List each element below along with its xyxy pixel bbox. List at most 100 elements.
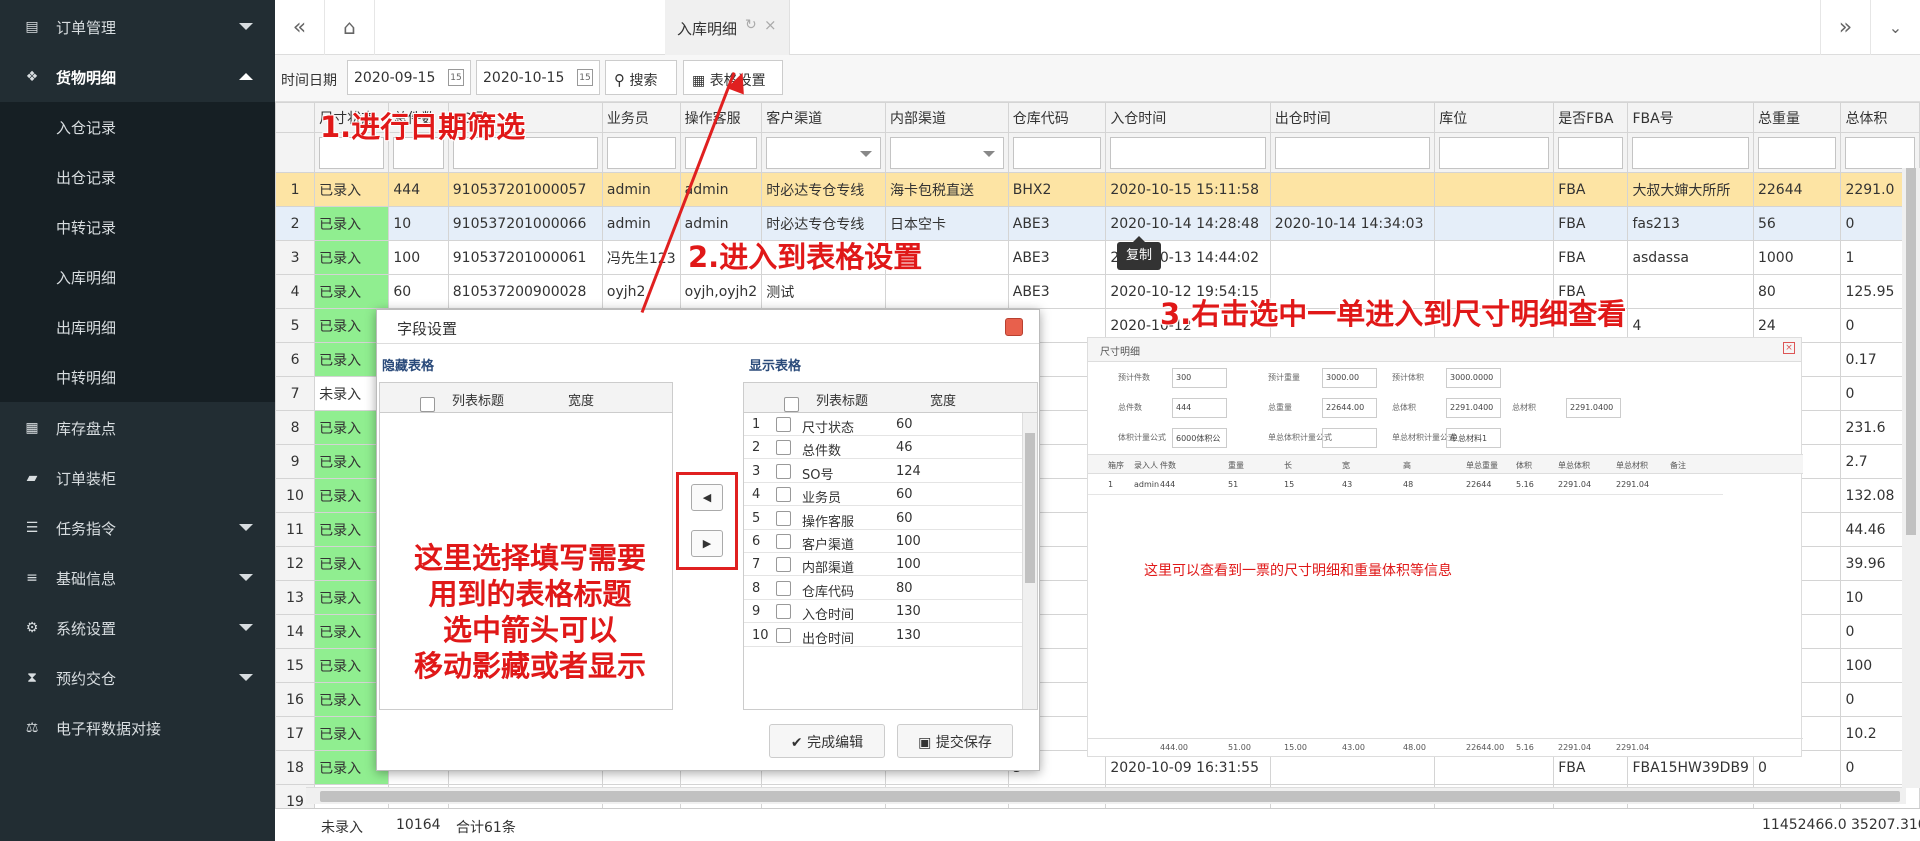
submenu-item-inbound-detail[interactable]: 入库明细 (0, 252, 275, 302)
calendar-icon[interactable]: 15 (448, 69, 464, 86)
table-cell[interactable]: ABE3 (1007, 206, 1107, 241)
table-cell[interactable]: admin (601, 172, 681, 207)
size-field-input[interactable]: 3000.0000 (1446, 368, 1501, 388)
sidebar-item-container-loading[interactable]: ▰ 订单装柜 (0, 453, 275, 503)
table-cell[interactable] (1269, 172, 1436, 207)
copy-tooltip[interactable]: 复制 (1117, 236, 1161, 270)
size-field-input[interactable]: 444 (1172, 398, 1227, 418)
table-cell[interactable]: 1000 (1752, 240, 1842, 275)
submenu-item-outbound-detail[interactable]: 出库明细 (0, 302, 275, 352)
field-row[interactable]: 1 尺寸状态 60 (744, 413, 1037, 436)
table-cell[interactable]: 2020-10-15 15:11:58 (1105, 172, 1271, 207)
field-row[interactable]: 9 入仓时间 130 (744, 600, 1037, 624)
size-cell[interactable]: 1 (1108, 480, 1113, 489)
table-cell[interactable]: 大叔大婶大所所 (1627, 172, 1754, 207)
table-cell[interactable]: 56 (1752, 206, 1842, 241)
size-cell[interactable]: 22644 (1466, 480, 1491, 489)
table-cell[interactable]: ABE3 (1007, 274, 1107, 309)
checkbox[interactable] (776, 463, 791, 479)
table-cell[interactable]: 444 (388, 172, 449, 207)
size-field-input[interactable]: 300 (1172, 368, 1227, 388)
table-cell[interactable]: oyjh2 (601, 274, 681, 309)
field-row[interactable]: 6 客户渠道 100 (744, 530, 1037, 553)
column-header[interactable]: 客户渠道 (761, 102, 886, 133)
table-cell[interactable]: 60 (388, 274, 449, 309)
table-cell[interactable]: 80 (1752, 274, 1842, 309)
size-cell[interactable]: admin (1134, 480, 1159, 489)
close-icon[interactable]: × (764, 16, 777, 34)
size-field-input[interactable] (1322, 428, 1377, 448)
column-header[interactable]: 入仓时间 (1105, 102, 1271, 133)
filter-select[interactable] (766, 136, 881, 169)
checkbox[interactable] (776, 557, 791, 573)
field-width[interactable]: 46 (896, 440, 913, 455)
table-cell[interactable]: FBA (1553, 172, 1629, 207)
table-cell[interactable] (1434, 172, 1555, 207)
table-row[interactable]: 3 已录入 100 910537201000061 冯先生123 ABE3 2020-10-… (275, 240, 1920, 275)
size-cell[interactable]: 5.16 (1516, 480, 1534, 489)
home-button[interactable]: ⌂ (325, 0, 375, 55)
scrollbar-thumb[interactable] (1025, 433, 1035, 583)
table-cell[interactable] (1269, 240, 1436, 275)
field-row[interactable]: 3 SO号 124 (744, 460, 1037, 483)
search-button[interactable]: ⚲ 搜索 (605, 60, 677, 95)
size-cell[interactable]: 444 (1160, 480, 1175, 489)
scrollbar-thumb[interactable] (1906, 168, 1916, 535)
filter-input[interactable] (1274, 136, 1431, 169)
calendar-icon[interactable]: 15 (577, 69, 593, 86)
tab-inbound-detail[interactable]: 入库明细 ↻ × (665, 0, 790, 55)
size-field-input[interactable]: 单总材料1 (1446, 428, 1501, 448)
submenu-item-transfer-record[interactable]: 中转记录 (0, 202, 275, 252)
checkbox[interactable] (776, 487, 791, 503)
table-cell[interactable]: 2020-10-14 14:34:03 (1269, 206, 1436, 241)
table-cell[interactable]: ABE3 (1007, 240, 1107, 275)
field-row[interactable]: 5 操作客服 60 (744, 507, 1037, 530)
filter-select[interactable] (889, 136, 1004, 169)
table-cell[interactable]: asdassa (1627, 240, 1754, 275)
table-cell[interactable]: 100 (388, 240, 449, 275)
horizontal-scrollbar[interactable] (306, 787, 1906, 804)
filter-input[interactable] (1845, 136, 1915, 169)
size-field-input[interactable]: 22644.00 (1322, 398, 1377, 418)
checkbox[interactable] (776, 417, 791, 432)
checkbox[interactable] (776, 440, 791, 456)
size-cell[interactable]: 15 (1284, 480, 1294, 489)
dialog-close-button[interactable]: × (1005, 318, 1039, 343)
checkbox[interactable] (420, 397, 435, 412)
field-width[interactable]: 100 (896, 534, 921, 549)
table-row[interactable]: 1 已录入 444 910537201000057 admin admin 时必达专仓专线海… (275, 172, 1920, 207)
field-row[interactable]: 10 出仓时间 130 (744, 624, 1037, 647)
scrollbar-thumb[interactable] (320, 791, 1900, 802)
scroll-tabs-right-button[interactable]: » (1820, 0, 1870, 55)
submenu-item-transfer-detail[interactable]: 中转明细 (0, 352, 275, 402)
column-header[interactable]: FBA号 (1627, 102, 1754, 133)
table-cell[interactable]: oyjh,oyjh2 (679, 274, 763, 309)
column-header[interactable]: 业务员 (601, 102, 681, 133)
size-field-input[interactable]: 3000.00 (1322, 368, 1377, 388)
table-cell[interactable]: 时必达专仓专线 (761, 172, 886, 207)
sidebar-item-task-command[interactable]: ☰ 任务指令 (0, 503, 275, 553)
table-cell[interactable]: 22644 (1752, 172, 1842, 207)
field-row[interactable]: 8 仓库代码 80 (744, 577, 1037, 600)
table-cell[interactable]: admin (601, 206, 681, 241)
table-cell[interactable]: 已录入 (314, 172, 390, 207)
field-width[interactable]: 60 (896, 511, 913, 526)
table-cell[interactable]: BHX2 (1007, 172, 1107, 207)
table-cell[interactable]: 910537201000066 (447, 206, 603, 241)
table-cell[interactable] (884, 274, 1009, 309)
size-field-input[interactable]: 6000体积公 (1172, 428, 1227, 448)
sidebar-item-inventory[interactable]: ▦ 库存盘点 (0, 403, 275, 453)
filter-input[interactable] (606, 136, 676, 169)
field-row[interactable]: 7 内部渠道 100 (744, 553, 1037, 577)
table-cell[interactable]: 海卡包税直送 (884, 172, 1009, 207)
checkbox[interactable] (776, 510, 791, 526)
column-header[interactable]: 出仓时间 (1269, 102, 1436, 133)
date-to-input[interactable]: 2020-10-15 15 (476, 60, 600, 95)
date-from-input[interactable]: 2020-09-15 15 (347, 60, 471, 95)
submenu-item-inbound-record[interactable]: 入仓记录 (0, 102, 275, 152)
table-cell[interactable]: FBA (1553, 240, 1629, 275)
size-field-input[interactable]: 2291.0400 (1566, 398, 1621, 418)
size-cell[interactable]: 2291.04 (1616, 480, 1649, 489)
sidebar-item-basic-info[interactable]: ≡ 基础信息 (0, 553, 275, 603)
table-cell[interactable]: 2020-10-14 14:28:48 (1105, 206, 1271, 241)
